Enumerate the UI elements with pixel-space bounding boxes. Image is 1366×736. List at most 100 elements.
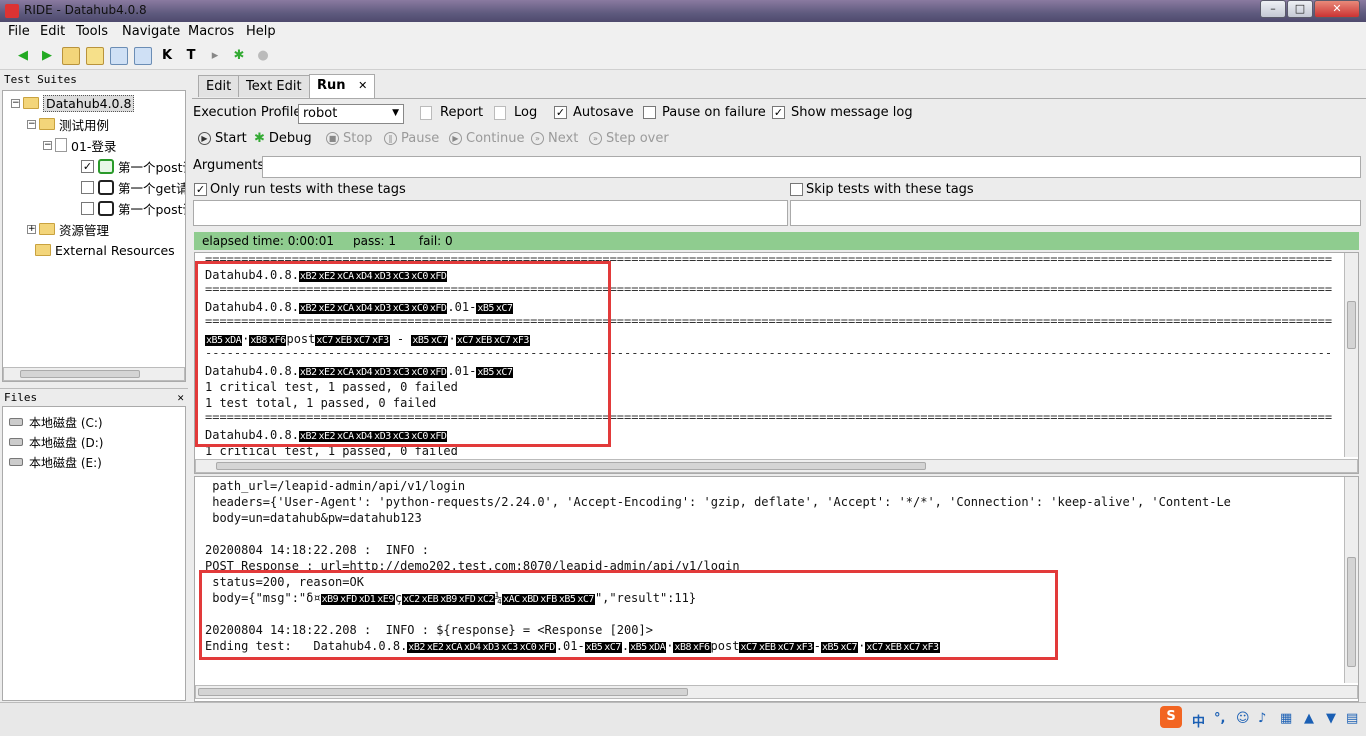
tree-suite-login[interactable]: − 01-登录 (43, 135, 116, 155)
test-checkbox[interactable] (81, 180, 94, 194)
log-button[interactable]: Log (494, 105, 537, 120)
checkbox-icon[interactable]: ✓ (194, 183, 207, 196)
show-message-log-checkbox[interactable]: ✓ Show message log (772, 105, 913, 120)
menu-file[interactable]: File (8, 24, 30, 39)
expand-icon[interactable]: + (27, 224, 36, 234)
tree-folder-test-cases[interactable]: − 测试用例 (27, 114, 109, 134)
toolbox-icon[interactable]: ▤ (1346, 711, 1358, 726)
ime-chinese-indicator[interactable]: 中 (1192, 711, 1205, 730)
tree-test-2[interactable]: 第一个get请 (81, 177, 185, 197)
debug-bug-icon[interactable]: ✱ (230, 47, 248, 65)
only-run-tags-checkbox[interactable]: ✓ Only run tests with these tags (194, 182, 406, 197)
punctuation-indicator[interactable]: °, (1214, 711, 1225, 726)
tree-folder-resources[interactable]: + 资源管理 (27, 219, 109, 239)
log-line: 20200804 14:18:22.208 : INFO : (205, 543, 429, 557)
tab-close-icon[interactable]: ✕ (358, 79, 367, 92)
menu-tools[interactable]: Tools (76, 24, 108, 39)
tab-text-edit[interactable]: Text Edit (238, 75, 310, 97)
log-line: path_url=/leapid-admin/api/v1/login (205, 479, 466, 493)
execution-profile-label: Execution Profile: (193, 105, 306, 120)
continue-button[interactable]: ▶ Continue (449, 131, 524, 146)
pause-button[interactable]: ‖ Pause (384, 131, 439, 146)
test-checkbox[interactable]: ✓ (81, 159, 94, 173)
scroll-thumb[interactable] (1347, 557, 1356, 667)
robot-icon (98, 179, 114, 195)
tree-hscrollbar[interactable] (3, 367, 185, 381)
include-tags-input[interactable] (193, 200, 788, 226)
scroll-thumb[interactable] (1347, 301, 1356, 349)
checkbox-icon[interactable] (643, 106, 656, 119)
debug-button[interactable]: ✱ Debug (254, 131, 312, 146)
console-hscrollbar[interactable] (195, 459, 1358, 473)
step-over-button[interactable]: » Step over (589, 131, 669, 146)
bug-icon: ✱ (254, 131, 265, 146)
menu-help[interactable]: Help (246, 24, 276, 39)
menu-macros[interactable]: Macros (188, 24, 234, 39)
tab-run[interactable]: Run ✕ (309, 74, 376, 98)
next-button[interactable]: » Next (531, 131, 578, 146)
collapse-icon[interactable]: − (43, 140, 52, 150)
run-icon[interactable]: ▸ (206, 47, 224, 65)
file-browser: 本地磁盘 (C:) 本地磁盘 (D:) 本地磁盘 (E:) (2, 406, 186, 701)
keyword-search-icon[interactable]: K (158, 47, 176, 65)
checkbox-icon[interactable] (790, 183, 803, 196)
scroll-thumb[interactable] (20, 370, 140, 378)
execution-profile-select[interactable]: robot ▼ (298, 104, 404, 124)
back-icon[interactable]: ◀ (14, 47, 32, 65)
drive-d[interactable]: 本地磁盘 (D:) (9, 433, 103, 451)
save-icon[interactable] (110, 47, 128, 65)
stop-button[interactable]: ■ Stop (326, 131, 373, 146)
arguments-input[interactable] (262, 156, 1361, 178)
sogou-ime-icon[interactable]: S (1160, 706, 1182, 728)
step-over-icon: » (589, 132, 602, 145)
keyboard-icon[interactable]: ▦ (1280, 711, 1292, 726)
pause-on-failure-checkbox[interactable]: Pause on failure (643, 105, 766, 120)
maximize-button[interactable]: □ (1287, 0, 1313, 18)
skip-tags-checkbox[interactable]: Skip tests with these tags (790, 182, 974, 197)
checkbox-icon[interactable]: ✓ (554, 106, 567, 119)
test-search-icon[interactable]: T (182, 47, 200, 65)
shirt-icon[interactable]: ▼ (1326, 711, 1336, 726)
tree-test-1[interactable]: ✓ 第一个post请 (81, 156, 185, 176)
save-all-icon[interactable] (134, 47, 152, 65)
run-status-bar: elapsed time: 0:00:01 pass: 1 fail: 0 (194, 232, 1359, 250)
taskbar: S 中 °, ☺ ♪ ▦ ▲ ▼ ▤ (0, 702, 1366, 736)
stop-icon[interactable]: ● (254, 47, 272, 65)
skin-icon[interactable]: ▲ (1304, 711, 1314, 726)
forward-icon[interactable]: ▶ (38, 47, 56, 65)
tree-root[interactable]: − Datahub4.0.8 (11, 93, 135, 113)
close-icon[interactable]: ✕ (177, 391, 184, 404)
collapse-icon[interactable]: − (27, 119, 36, 129)
report-button[interactable]: Report (420, 105, 483, 120)
console-vscrollbar[interactable] (1344, 253, 1358, 457)
start-button[interactable]: ▶ Start (198, 131, 247, 146)
exclude-tags-input[interactable] (790, 200, 1361, 226)
close-button[interactable]: ✕ (1314, 0, 1360, 18)
log-hscrollbar[interactable] (195, 685, 1358, 699)
tab-edit[interactable]: Edit (198, 75, 240, 97)
drive-e[interactable]: 本地磁盘 (E:) (9, 453, 102, 471)
chevron-down-icon[interactable]: ▼ (392, 108, 399, 118)
test-checkbox[interactable] (81, 201, 94, 215)
open-folder-icon[interactable] (62, 47, 80, 65)
menu-edit[interactable]: Edit (40, 24, 65, 39)
tree-external-resources[interactable]: External Resources (35, 240, 175, 260)
drive-c[interactable]: 本地磁盘 (C:) (9, 413, 103, 431)
drive-icon (9, 418, 23, 426)
folder-icon (39, 118, 55, 130)
collapse-icon[interactable]: − (11, 98, 20, 108)
test-suites-header: Test Suites (4, 73, 77, 86)
open-directory-icon[interactable] (86, 47, 104, 65)
minimize-button[interactable]: – (1260, 0, 1286, 18)
scroll-thumb[interactable] (198, 688, 688, 696)
menu-navigate[interactable]: Navigate (122, 24, 180, 39)
autosave-checkbox[interactable]: ✓ Autosave (554, 105, 634, 120)
microphone-icon[interactable]: ♪ (1258, 711, 1266, 726)
tree-test-3[interactable]: 第一个post请 (81, 198, 185, 218)
test-suite-tree: − Datahub4.0.8 − 测试用例 − 01-登录 ✓ 第一个post请… (2, 90, 186, 382)
log-vscrollbar[interactable] (1344, 477, 1358, 683)
emoji-icon[interactable]: ☺ (1236, 711, 1250, 726)
scroll-thumb[interactable] (216, 462, 926, 470)
robot-icon (98, 200, 114, 216)
checkbox-icon[interactable]: ✓ (772, 106, 785, 119)
